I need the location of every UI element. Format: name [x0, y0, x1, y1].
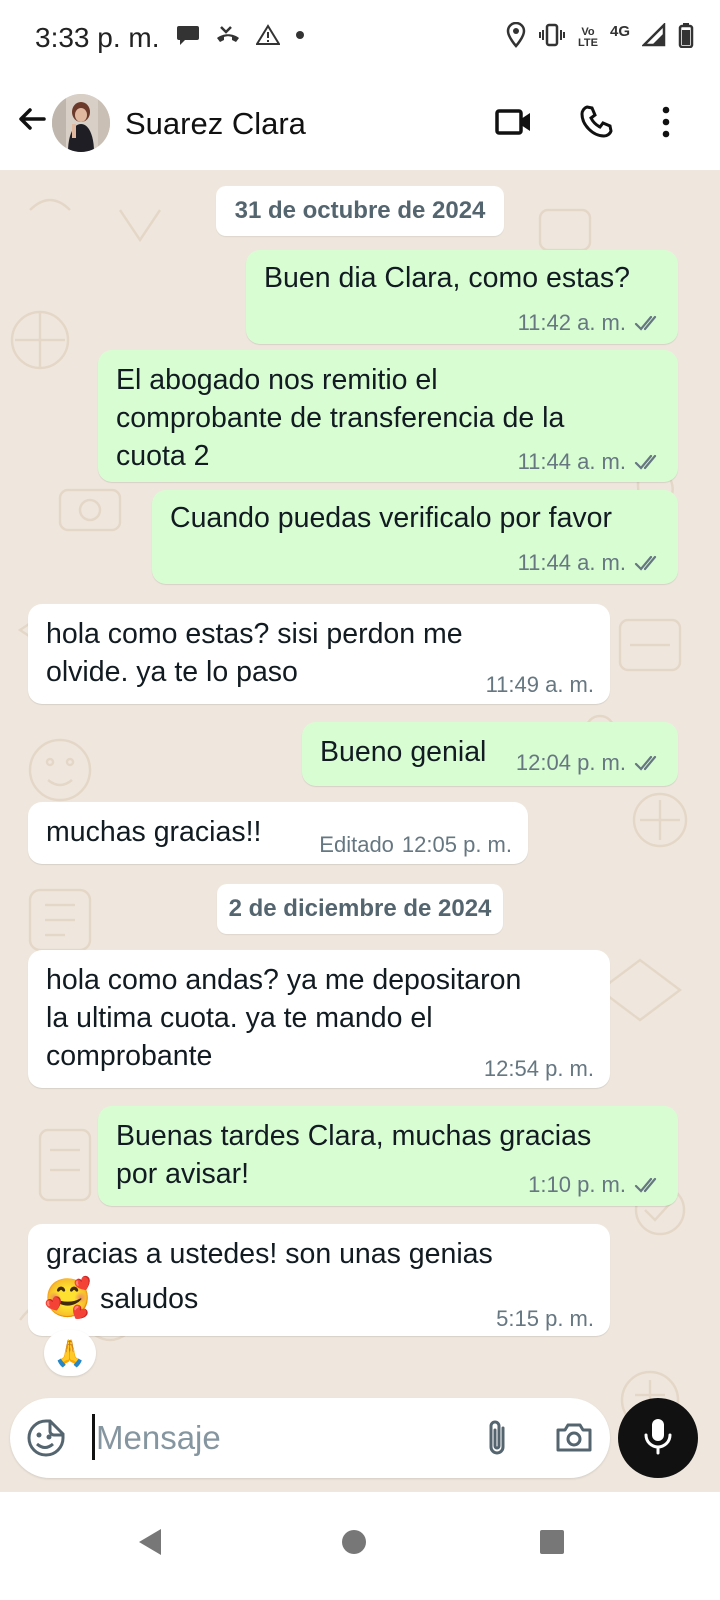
message-meta: 11:49 a. m. — [486, 672, 594, 698]
message-time: 12:04 p. m. — [515, 750, 626, 775]
video-call-button[interactable] — [492, 102, 536, 146]
read-receipt-icon — [634, 1177, 657, 1193]
message-time: 11:44 a. m. — [517, 449, 626, 474]
volte-indicator: Vo LTE — [578, 26, 598, 49]
nav-recents-button[interactable] — [522, 1514, 582, 1574]
message-time: 11:42 a. m. — [517, 310, 626, 335]
vibrate-icon — [538, 23, 566, 52]
message-time: 11:49 a. m. — [485, 672, 594, 697]
message-bubble-outgoing[interactable]: Bueno genial 12:04 p. m. — [302, 722, 678, 786]
message-meta: 12:04 p. m. — [516, 750, 662, 776]
message-text: hola como andas? ya me depositaron la ul… — [46, 964, 522, 1072]
missed-call-icon — [214, 24, 242, 51]
message-meta: 12:54 p. m. — [484, 1056, 594, 1082]
read-receipt-icon — [634, 315, 657, 331]
message-meta: 11:44 a. m. — [518, 550, 662, 576]
signal-icon — [640, 21, 666, 52]
back-arrow-icon — [16, 103, 48, 140]
message-bubble-outgoing[interactable]: El abogado nos remitio el comprobante de… — [98, 350, 678, 482]
camera-icon — [552, 1423, 596, 1464]
status-bar: 3:33 p. m. Vo LTE 4G — [0, 0, 720, 76]
message-time: 12:05 p. m. — [401, 832, 512, 857]
volte-bottom: LTE — [578, 36, 598, 49]
message-reaction[interactable]: 🙏 — [44, 1330, 96, 1376]
system-navigation-bar — [0, 1492, 720, 1600]
message-time: 1:10 p. m. — [528, 1172, 626, 1197]
read-receipt-icon — [634, 555, 657, 571]
nav-back-button[interactable] — [120, 1514, 180, 1574]
message-bubble-outgoing[interactable]: Buenas tardes Clara, muchas gracias por … — [98, 1106, 678, 1206]
contact-name[interactable]: Suarez Clara — [125, 106, 306, 142]
more-options-button[interactable] — [644, 102, 688, 146]
chat-header: Suarez Clara — [0, 76, 720, 170]
message-bubble-incoming[interactable]: hola como estas? sisi perdon me olvide. … — [28, 604, 610, 704]
edited-label: Editado — [319, 832, 394, 857]
message-meta: Editado 12:05 p. m. — [319, 832, 512, 858]
message-meta: 5:15 p. m. — [496, 1306, 594, 1332]
praying-hands-emoji: 🙏 — [53, 1337, 87, 1368]
message-text: muchas gracias!! — [46, 816, 262, 848]
nav-recents-icon — [538, 1528, 566, 1561]
sticker-button[interactable] — [26, 1418, 66, 1458]
sticker-icon — [26, 1419, 66, 1462]
read-receipt-icon — [634, 454, 657, 470]
message-time: 12:54 p. m. — [483, 1056, 594, 1081]
message-bubble-incoming[interactable]: hola como andas? ya me depositaron la ul… — [28, 950, 610, 1088]
nav-back-icon — [136, 1527, 164, 1562]
message-bubble-outgoing[interactable]: Cuando puedas verificalo por favor 11:44… — [152, 490, 678, 584]
back-button[interactable] — [12, 101, 52, 141]
message-meta: 11:42 a. m. — [518, 310, 662, 336]
message-meta: 11:44 a. m. — [518, 449, 662, 475]
video-call-icon — [494, 107, 534, 142]
date-separator: 2 de diciembre de 2024 — [217, 884, 503, 934]
message-bubble-incoming[interactable]: muchas gracias!! Editado 12:05 p. m. — [28, 802, 528, 864]
status-time: 3:33 p. m. — [35, 22, 160, 53]
message-text: Buen dia Clara, como estas? — [264, 262, 630, 294]
phone-call-icon — [578, 104, 614, 145]
smiling-hearts-emoji: 🥰 — [44, 1278, 92, 1320]
voice-message-button[interactable] — [618, 1398, 698, 1478]
network-type: 4G — [609, 23, 630, 40]
message-text: El abogado nos remitio el comprobante de… — [116, 364, 565, 472]
message-text-line2: saludos — [100, 1283, 199, 1315]
camera-button[interactable] — [552, 1416, 596, 1460]
read-receipt-icon — [634, 755, 657, 771]
message-time: 11:44 a. m. — [517, 550, 626, 575]
message-text: hola como estas? sisi perdon me olvide. … — [46, 618, 463, 688]
system-icons: Vo LTE 4G — [506, 21, 694, 53]
phone-call-button[interactable] — [574, 102, 618, 146]
attach-button[interactable] — [476, 1416, 520, 1460]
message-text: Cuando puedas verificalo por favor — [170, 502, 613, 534]
more-options-icon — [661, 106, 671, 143]
avatar[interactable] — [52, 94, 110, 152]
location-icon — [506, 21, 526, 53]
message-composer — [10, 1398, 610, 1478]
date-separator: 31 de octubre de 2024 — [216, 186, 504, 236]
notification-icons — [176, 24, 306, 51]
message-bubble-outgoing[interactable]: Buen dia Clara, como estas? 11:42 a. m. — [246, 250, 678, 344]
dot-icon — [294, 24, 306, 51]
message-meta: 1:10 p. m. — [528, 1172, 662, 1198]
chat-bubble-icon — [176, 24, 200, 51]
message-text-line1: gracias a ustedes! son unas genias — [46, 1238, 493, 1270]
message-time: 5:15 p. m. — [496, 1306, 594, 1331]
message-input[interactable] — [96, 1410, 476, 1466]
message-text: Bueno genial — [320, 736, 487, 768]
mic-icon — [640, 1416, 676, 1461]
message-text: Buenas tardes Clara, muchas gracias por … — [116, 1120, 592, 1190]
chat-area[interactable]: 31 de octubre de 2024 Buen dia Clara, co… — [0, 170, 720, 1492]
battery-icon — [678, 22, 694, 53]
attach-icon — [476, 1420, 520, 1464]
nav-home-button[interactable] — [324, 1514, 384, 1574]
text-cursor — [92, 1414, 95, 1460]
message-bubble-incoming[interactable]: gracias a ustedes! son unas genias 🥰 sal… — [28, 1224, 610, 1336]
nav-home-icon — [340, 1528, 368, 1561]
warning-icon — [255, 24, 281, 51]
